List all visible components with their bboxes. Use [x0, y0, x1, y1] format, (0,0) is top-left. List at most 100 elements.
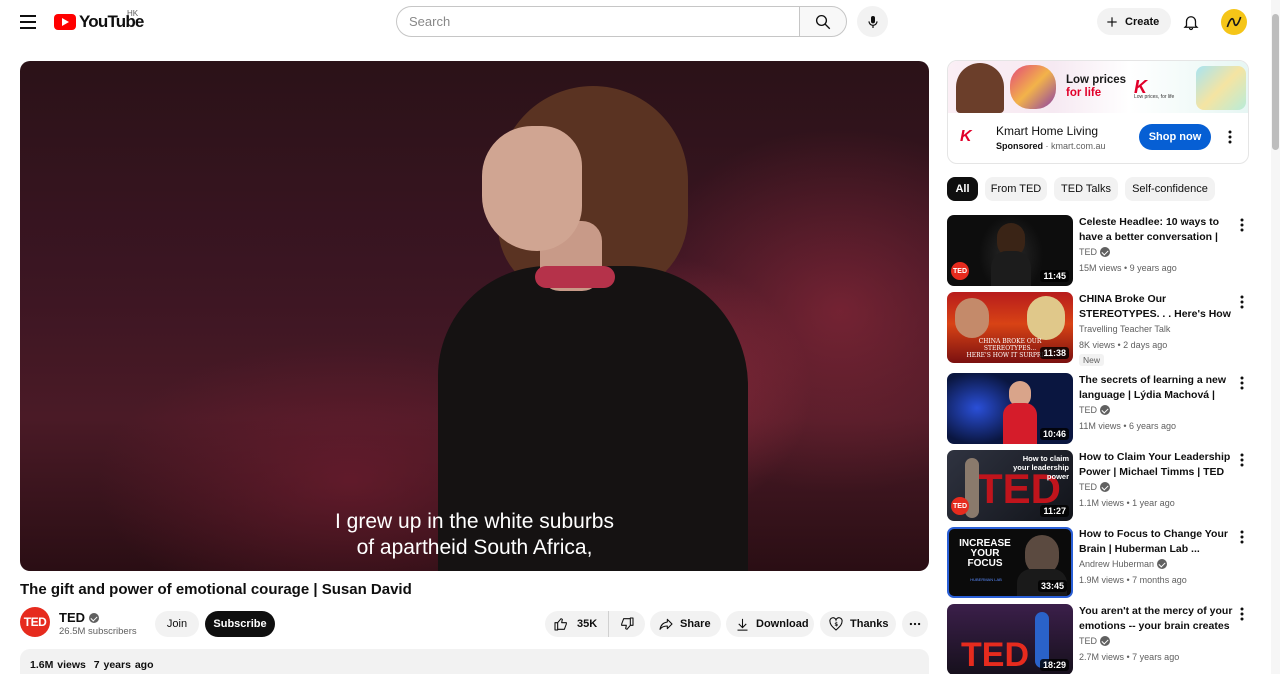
subscribe-button[interactable]: Subscribe [205, 611, 275, 637]
ad-sponsored-label: Sponsored [996, 141, 1044, 151]
upload-age: 7 months ago [1132, 575, 1187, 585]
dislike-button[interactable] [609, 611, 645, 637]
recommended-video[interactable]: TED How to claim your leadership power T… [947, 450, 1257, 522]
like-button[interactable]: 35K [545, 611, 609, 637]
video-thumbnail[interactable]: TED 11:45 [947, 215, 1073, 286]
ad-banner-line-1: Low prices [1066, 74, 1127, 86]
ad-banner-image[interactable]: Low prices for life K Low prices, for li… [948, 61, 1248, 113]
search-input[interactable] [396, 6, 799, 37]
subscriber-count: 26.5M subscribers [59, 626, 137, 637]
join-button[interactable]: Join [155, 611, 199, 637]
recommended-video[interactable]: TED 18:29 You aren't at the mercy of you… [947, 604, 1257, 674]
recommended-video[interactable]: INCREASE YOUR FOCUS HUBERMAN LAB 33:45 H… [947, 527, 1257, 599]
video-channel[interactable]: Travelling Teacher Talk [1079, 324, 1170, 334]
chip-from-ted[interactable]: From TED [985, 177, 1047, 201]
video-more-button[interactable] [1236, 606, 1248, 622]
thumb-caption-1: CHINA BROKE OUR [978, 338, 1042, 345]
channel-name[interactable]: TED [59, 610, 99, 625]
video-channel[interactable]: Andrew Huberman [1079, 559, 1168, 569]
notifications-button[interactable] [1178, 9, 1204, 35]
sponsored-ad-card[interactable]: Low prices for life K Low prices, for li… [947, 60, 1249, 164]
speaker-face [482, 126, 582, 251]
download-icon [737, 618, 748, 631]
top-bar: YouTube HK Create [0, 0, 1280, 44]
ad-title[interactable]: Kmart Home Living [996, 124, 1098, 138]
channel-avatar[interactable]: TED [20, 607, 50, 637]
new-badge: New [1079, 354, 1105, 366]
video-title[interactable]: You aren't at the mercy of your emotions… [1079, 604, 1234, 634]
video-title: The gift and power of emotional courage … [20, 581, 412, 598]
more-actions-button[interactable] [902, 611, 928, 637]
view-count: 1.6M views [30, 659, 86, 671]
download-label: Download [756, 618, 809, 630]
account-avatar[interactable] [1221, 9, 1247, 35]
youtube-play-icon [54, 14, 76, 30]
video-title[interactable]: CHINA Broke Our STEREOTYPES. . . Here's … [1079, 292, 1234, 322]
video-more-button[interactable] [1236, 452, 1248, 468]
video-meta: 1.9M views • 7 months ago [1079, 575, 1187, 585]
view-count: 1.9M views [1079, 575, 1125, 585]
video-title[interactable]: How to Focus to Change Your Brain | Hube… [1079, 527, 1234, 557]
video-title[interactable]: The secrets of learning a new language |… [1079, 373, 1234, 403]
video-channel[interactable]: TED [1079, 482, 1110, 492]
video-thumbnail[interactable]: CHINA BROKE OUR STEREOTYPES... HERE'S HO… [947, 292, 1073, 363]
video-meta: 15M views • 9 years ago [1079, 263, 1177, 273]
channel-name: Andrew Huberman [1079, 559, 1155, 569]
thumbs-up-icon [554, 618, 567, 631]
search-button[interactable] [799, 6, 847, 37]
verified-icon [1100, 636, 1110, 646]
thumb-ted-letters: TED [961, 636, 1029, 674]
upload-age: 7 years ago [93, 659, 154, 671]
video-thumbnail[interactable]: 10:46 [947, 373, 1073, 444]
chip-self-confidence[interactable]: Self-confidence [1125, 177, 1215, 201]
ted-badge: TED [951, 262, 969, 280]
download-button[interactable]: Download [726, 611, 814, 637]
chip-ted-talks[interactable]: TED Talks [1054, 177, 1118, 201]
ad-more-options-button[interactable] [1220, 127, 1240, 147]
video-more-button[interactable] [1236, 529, 1248, 545]
view-count: 15M views [1079, 263, 1122, 273]
video-player[interactable]: I grew up in the white suburbs of aparth… [20, 61, 929, 571]
microphone-icon [867, 15, 878, 28]
upload-age: 9 years ago [1129, 263, 1177, 273]
description-box[interactable]: 1.6M views 7 years ago [20, 649, 929, 674]
channel-name: TED [1079, 636, 1097, 646]
recommended-video[interactable]: 10:46 The secrets of learning a new lang… [947, 373, 1257, 445]
thumb-caption-2: your leadership [1013, 463, 1069, 472]
search-bar [396, 6, 847, 37]
share-button[interactable]: Share [650, 611, 721, 637]
video-duration: 11:38 [1040, 347, 1069, 359]
video-meta: 11M views • 6 years ago [1079, 421, 1177, 431]
create-button[interactable]: Create [1097, 8, 1172, 35]
thanks-label: Thanks [850, 618, 889, 630]
video-thumbnail[interactable]: TED 18:29 [947, 604, 1073, 674]
chip-all[interactable]: All [947, 177, 978, 201]
region-code: HK [127, 9, 139, 18]
video-channel[interactable]: TED [1079, 405, 1110, 415]
upload-age: 2 days ago [1123, 340, 1168, 350]
share-label: Share [680, 618, 711, 630]
more-vertical-icon [1240, 530, 1244, 544]
voice-search-button[interactable] [857, 6, 888, 37]
view-count: 8K views [1079, 340, 1116, 350]
video-channel[interactable]: TED [1079, 247, 1110, 257]
video-title[interactable]: Celeste Headlee: 10 ways to have a bette… [1079, 215, 1234, 245]
page-scrollbar-thumb[interactable] [1272, 14, 1279, 150]
shop-now-button[interactable]: Shop now [1139, 124, 1211, 150]
more-horizontal-icon [909, 622, 921, 626]
thanks-button[interactable]: $ Thanks [820, 611, 896, 637]
recommended-video[interactable]: TED 11:45 Celeste Headlee: 10 ways to ha… [947, 215, 1257, 287]
thumb-caption-3: FOCUS [967, 558, 1003, 569]
video-thumbnail[interactable]: TED How to claim your leadership power T… [947, 450, 1073, 521]
share-icon [659, 618, 673, 630]
video-more-button[interactable] [1236, 217, 1248, 233]
video-thumbnail[interactable]: INCREASE YOUR FOCUS HUBERMAN LAB 33:45 [947, 527, 1073, 598]
like-dislike-group: 35K [545, 611, 645, 637]
view-count: 2.7M views [1079, 652, 1125, 662]
video-channel[interactable]: TED [1079, 636, 1110, 646]
menu-icon[interactable] [17, 11, 39, 33]
video-more-button[interactable] [1236, 375, 1248, 391]
recommended-video[interactable]: CHINA BROKE OUR STEREOTYPES... HERE'S HO… [947, 292, 1257, 366]
video-more-button[interactable] [1236, 294, 1248, 310]
video-title[interactable]: How to Claim Your Leadership Power | Mic… [1079, 450, 1234, 480]
